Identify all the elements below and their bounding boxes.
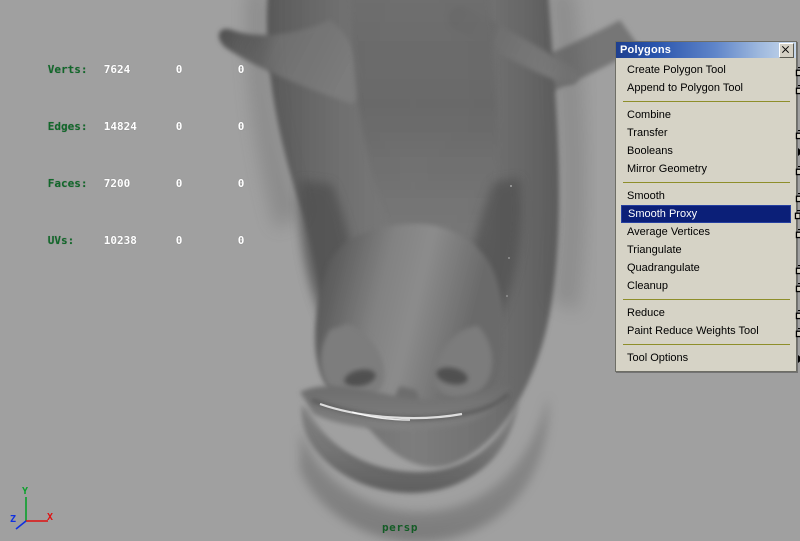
close-icon[interactable]	[779, 42, 794, 58]
hud-value-faces-2: 0	[237, 177, 245, 190]
menu-item-label: Paint Reduce Weights Tool	[627, 325, 759, 337]
hud-label-faces: Faces:	[47, 177, 88, 190]
menu-item-smooth-proxy[interactable]: Smooth Proxy	[621, 205, 800, 223]
polygons-menu-panel[interactable]: Polygons Create Polygon Tool Append to Po…	[615, 41, 800, 372]
hud-row: Verts: 7624 0 0	[8, 41, 278, 76]
menu-item-label: Reduce	[627, 307, 665, 319]
hud-value-uvs-2: 0	[237, 234, 245, 247]
option-box-icon[interactable]	[795, 65, 800, 77]
hud-label-edges: Edges:	[47, 120, 88, 133]
menu-titlebar[interactable]: Polygons	[616, 42, 796, 58]
option-box-icon[interactable]	[795, 326, 800, 338]
hud-value-verts-0: 7624	[103, 63, 131, 76]
hud-row: Faces: 7200 0 0	[8, 155, 278, 190]
menu-item-label: Average Vertices	[627, 226, 710, 238]
menu-item-label: Booleans	[627, 145, 673, 157]
menu-item-smooth[interactable]: Smooth	[621, 187, 800, 205]
option-box-icon[interactable]	[794, 209, 800, 220]
menu-item-cleanup[interactable]: Cleanup	[621, 277, 800, 295]
menu-item-booleans[interactable]: Booleans	[621, 142, 800, 160]
menu-item-label: Tool Options	[627, 352, 689, 364]
menu-item-average-vertices[interactable]: Average Vertices	[621, 223, 800, 241]
menu-items-container: Create Polygon Tool Append to Polygon Too…	[616, 58, 800, 371]
menu-item-paint-reduce-weights-tool[interactable]: Paint Reduce Weights Tool	[621, 322, 800, 340]
hud-value-uvs-0: 10238	[103, 234, 137, 247]
menu-item-append-to-polygon-tool[interactable]: Append to Polygon Tool	[621, 79, 800, 97]
menu-separator	[623, 299, 790, 300]
menu-item-create-polygon-tool[interactable]: Create Polygon Tool	[621, 61, 800, 79]
menu-title: Polygons	[620, 44, 672, 56]
hud-value-edges-0: 14824	[103, 120, 137, 133]
hud-label-uvs: UVs:	[47, 234, 75, 247]
option-box-icon[interactable]	[795, 227, 800, 239]
hud-value-verts-2: 0	[237, 63, 245, 76]
option-box-icon[interactable]	[795, 164, 800, 176]
menu-item-label: Smooth	[627, 190, 665, 202]
hud-label-verts: Verts:	[47, 63, 88, 76]
menu-separator	[623, 182, 790, 183]
menu-item-label: Cleanup	[627, 280, 668, 292]
heads-up-display-stats: Verts: 7624 0 0 Edges: 14824 0 0 Faces: 7200 0 0 …	[8, 3, 278, 269]
menu-item-label: Transfer	[627, 127, 668, 139]
option-box-icon[interactable]	[795, 308, 800, 320]
option-box-icon[interactable]	[795, 128, 800, 140]
hud-row: UVs: 10238 0 0	[8, 212, 278, 247]
viewport-camera-label: persp	[381, 521, 419, 534]
menu-item-quadrangulate[interactable]: Quadrangulate	[621, 259, 800, 277]
option-box-icon[interactable]	[795, 281, 800, 293]
menu-item-label: Append to Polygon Tool	[627, 82, 743, 94]
hud-row: Edges: 14824 0 0	[8, 98, 278, 133]
menu-item-transfer[interactable]: Transfer	[621, 124, 800, 142]
menu-item-label: Combine	[627, 109, 672, 121]
hud-value-verts-1: 0	[175, 63, 183, 76]
hud-value-uvs-1: 0	[175, 234, 183, 247]
menu-item-label: Create Polygon Tool	[627, 64, 726, 76]
axis-label-y: Y	[22, 486, 29, 497]
hud-value-edges-2: 0	[237, 120, 245, 133]
hud-value-faces-1: 0	[175, 177, 183, 190]
menu-item-label: Triangulate	[627, 244, 682, 256]
menu-item-tool-options[interactable]: Tool Options	[621, 349, 800, 367]
menu-item-combine[interactable]: Combine	[621, 106, 791, 124]
menu-separator	[623, 344, 790, 345]
menu-item-triangulate[interactable]: Triangulate	[621, 241, 791, 259]
menu-item-label: Mirror Geometry	[627, 163, 708, 175]
hud-value-faces-0: 7200	[103, 177, 131, 190]
menu-item-reduce[interactable]: Reduce	[621, 304, 800, 322]
option-box-icon[interactable]	[795, 191, 800, 203]
option-box-icon[interactable]	[795, 83, 800, 95]
menu-separator	[623, 101, 790, 102]
menu-item-mirror-geometry[interactable]: Mirror Geometry	[621, 160, 800, 178]
menu-item-label: Quadrangulate	[627, 262, 700, 274]
option-box-icon[interactable]	[795, 263, 800, 275]
hud-value-edges-1: 0	[175, 120, 183, 133]
menu-item-label: Smooth Proxy	[628, 208, 698, 220]
